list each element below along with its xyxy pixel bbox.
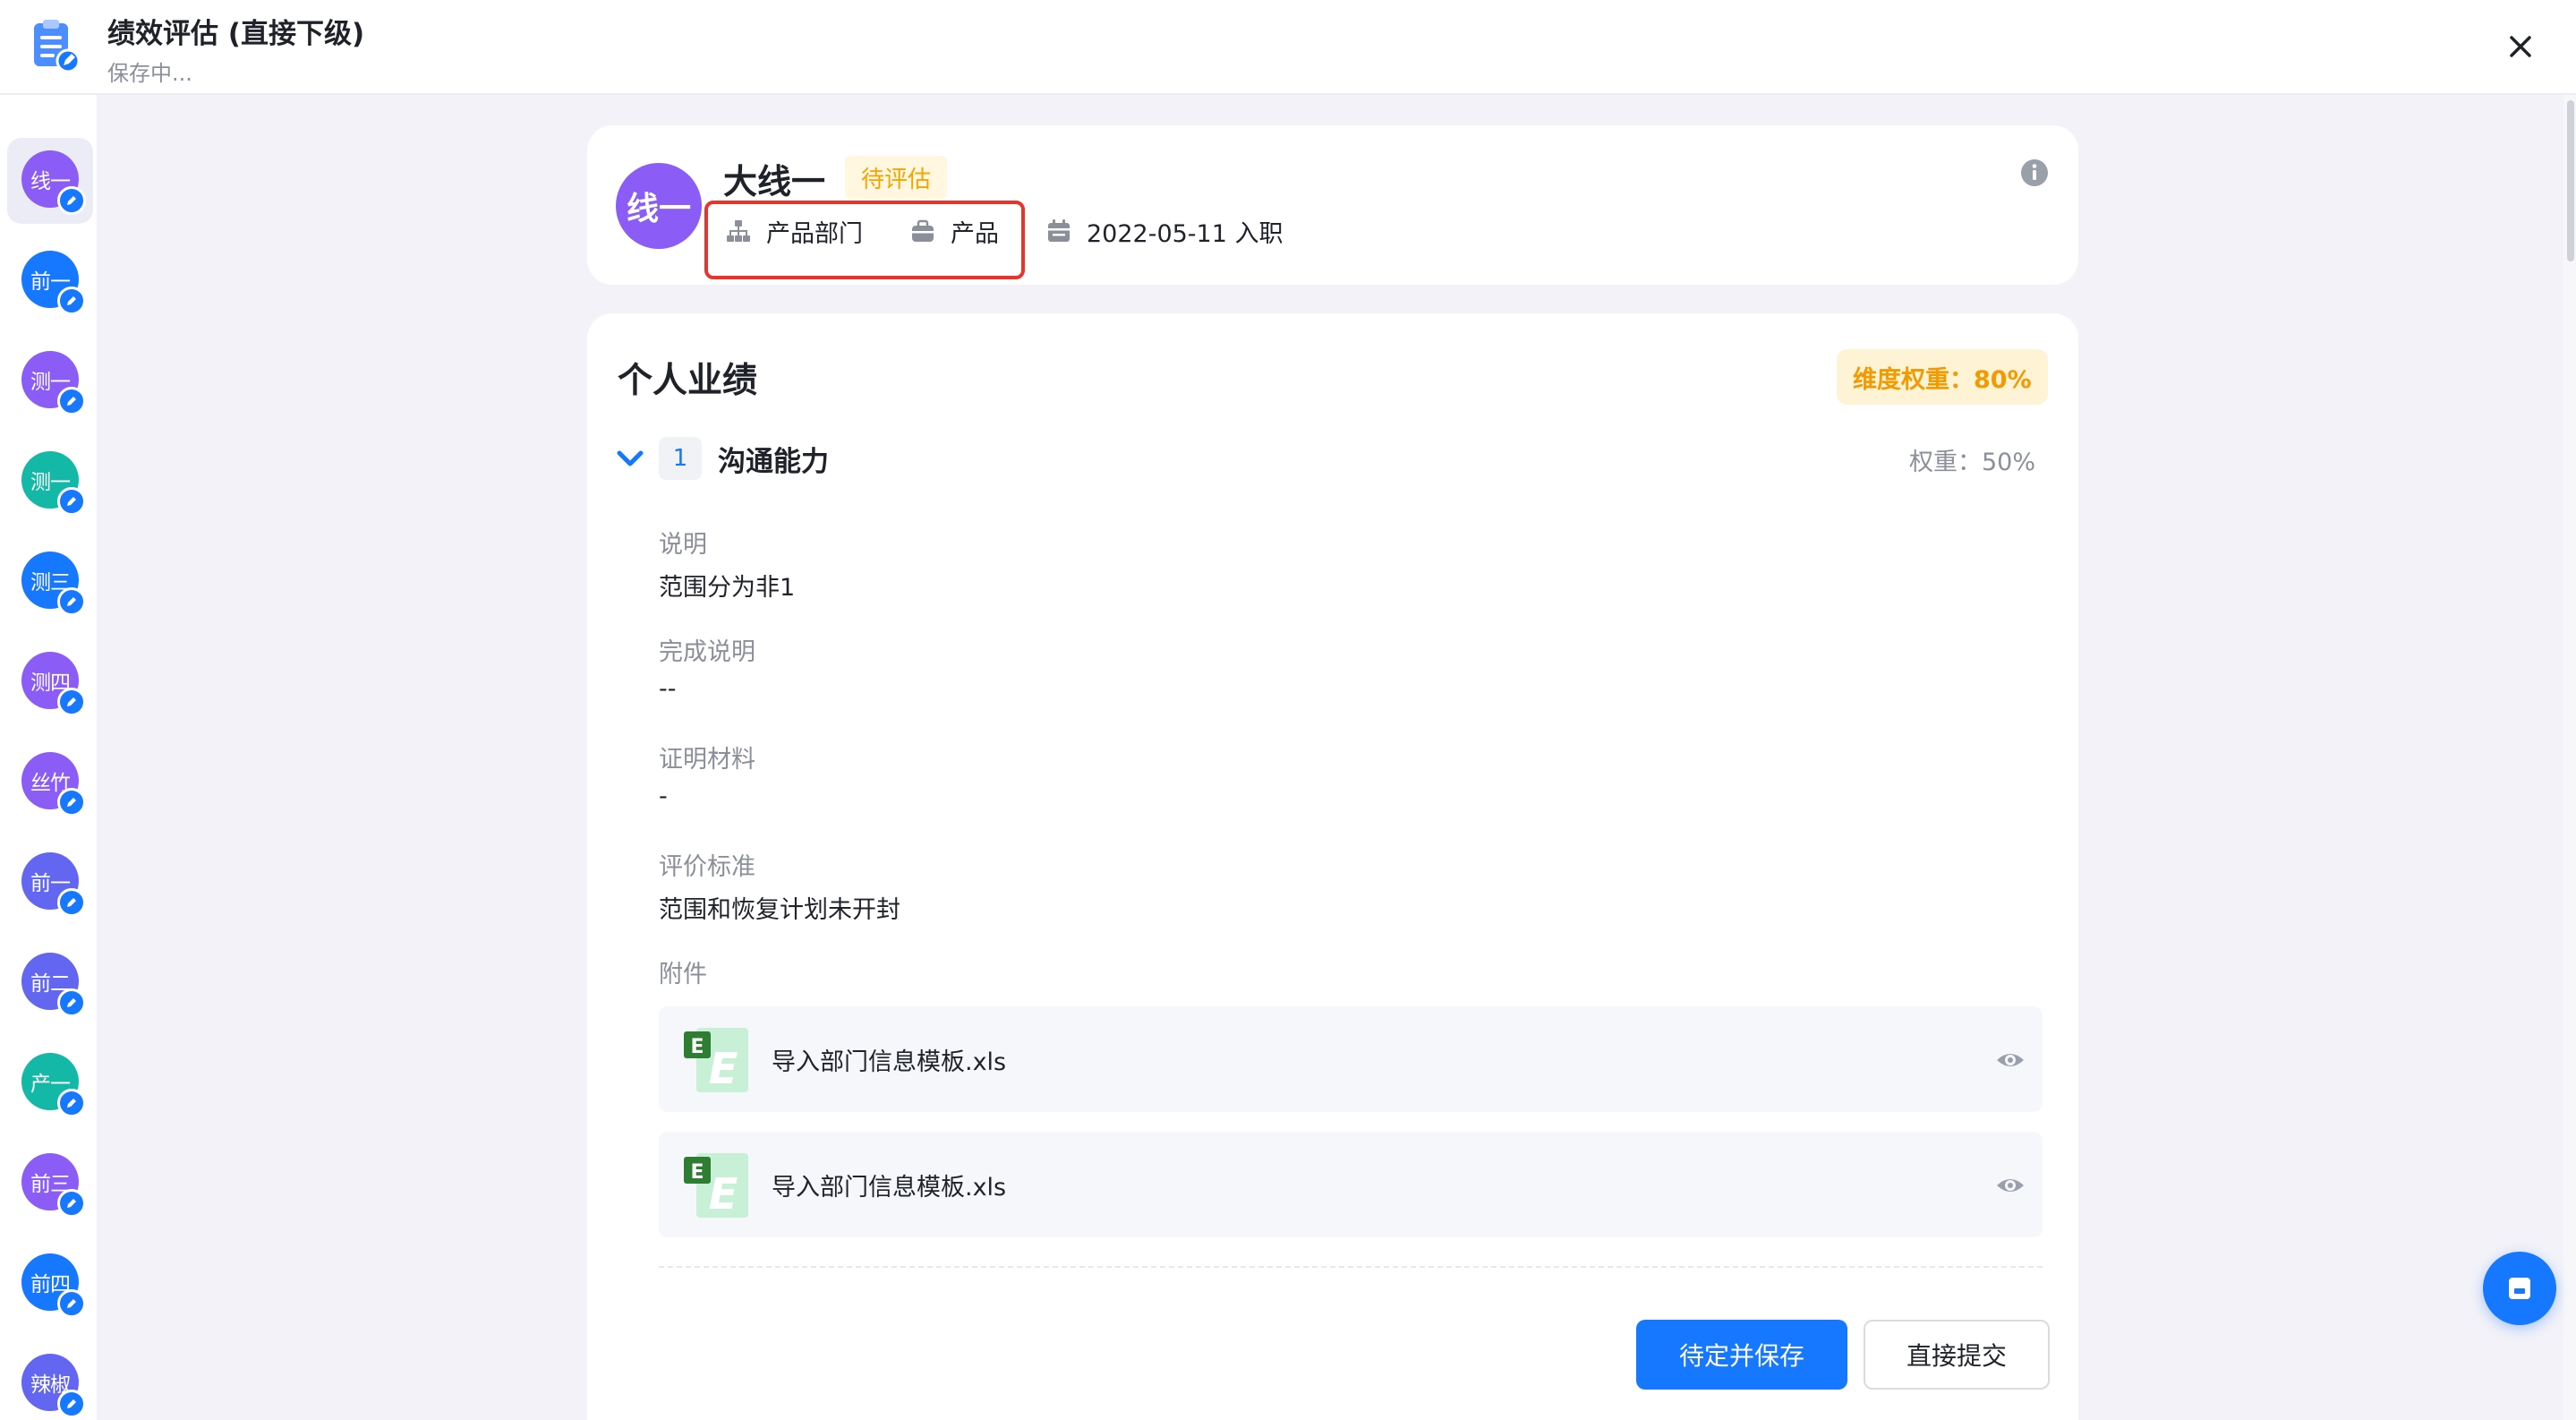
- sidebar-employee-item[interactable]: 测四: [7, 639, 93, 725]
- performance-card: 个人业绩 维度权重：80% 1 沟通能力 权重：50% 说明 范围分为非1 完成…: [587, 313, 2078, 1420]
- sidebar-employee-item[interactable]: 前四: [7, 1241, 93, 1327]
- section-title: 个人业绩: [618, 361, 758, 401]
- position-info: 产品: [909, 213, 999, 249]
- edit-badge-icon: [57, 988, 86, 1017]
- save-icon: [2509, 1278, 2530, 1299]
- attachment-item[interactable]: E E 导入部门信息模板.xls: [659, 1006, 2043, 1112]
- status-badge: 待评估: [845, 156, 948, 199]
- employee-profile-card: 线一 大线一 待评估 产品部门 产品 2022-05-11 入职: [587, 125, 2078, 285]
- edit-badge-icon: [57, 688, 86, 716]
- kpi-weight: 权重：50%: [1908, 449, 2035, 476]
- edit-badge-icon: [57, 1390, 86, 1418]
- sidebar-employee-item[interactable]: 丝竹: [7, 740, 93, 825]
- edit-badge-icon: [57, 487, 86, 516]
- svg-text:E: E: [709, 1169, 738, 1219]
- edit-badge-icon: [57, 186, 86, 215]
- dimension-weight-badge: 维度权重：80%: [1837, 349, 2048, 405]
- field-value-criteria: 范围和恢复计划未开封: [659, 896, 900, 924]
- kpi-item-header[interactable]: 1 沟通能力 权重：50%: [614, 435, 2051, 485]
- scrollbar-thumb[interactable]: [2567, 100, 2574, 261]
- edit-badge-icon: [57, 587, 86, 616]
- excel-file-icon: E E: [684, 1028, 748, 1094]
- kpi-index: 1: [659, 437, 702, 480]
- attachment-filename[interactable]: 导入部门信息模板.xls: [772, 1042, 1006, 1077]
- sidebar-employee-item[interactable]: 测三: [7, 539, 93, 625]
- field-label-attachments: 附件: [659, 961, 707, 988]
- clipboard-edit-icon: [34, 20, 81, 73]
- edit-badge-icon: [57, 1089, 86, 1117]
- field-label-criteria: 评价标准: [659, 853, 755, 881]
- join-date-label: 2022-05-11 入职: [1087, 219, 1284, 248]
- info-icon[interactable]: [2019, 158, 2050, 188]
- employee-sidebar: 线一 前一 测一 测一 测三 测四 丝竹 前一 前二 产一 前三 前四 辣椒: [0, 95, 97, 1420]
- kpi-title: 沟通能力: [718, 446, 829, 478]
- attachment-filename[interactable]: 导入部门信息模板.xls: [772, 1168, 1006, 1202]
- employee-name: 大线一: [723, 162, 826, 201]
- field-label-completion: 完成说明: [659, 638, 755, 666]
- edit-badge-icon: [57, 287, 86, 315]
- field-value-evidence: -: [659, 783, 668, 810]
- sidebar-employee-item[interactable]: 前二: [7, 940, 93, 1026]
- close-icon[interactable]: [2501, 27, 2540, 66]
- sidebar-employee-item[interactable]: 前三: [7, 1141, 93, 1227]
- sidebar-employee-item[interactable]: 辣椒: [7, 1341, 93, 1420]
- field-value-description: 范围分为非1: [659, 574, 796, 602]
- attachment-item[interactable]: E E 导入部门信息模板.xls: [659, 1132, 2043, 1237]
- edit-badge-icon: [57, 1189, 86, 1218]
- page-title: 绩效评估 (直接下级): [107, 18, 365, 50]
- sidebar-employee-item[interactable]: 线一: [7, 138, 93, 224]
- sidebar-employee-item[interactable]: 测一: [7, 439, 93, 525]
- department-label: 产品部门: [766, 219, 863, 248]
- avatar: 线一: [616, 163, 702, 249]
- org-chart-icon: [727, 220, 750, 242]
- save-status: 保存中...: [107, 61, 192, 86]
- eye-icon[interactable]: [1994, 1044, 2026, 1076]
- scrollbar-track[interactable]: [2563, 95, 2576, 1420]
- field-label-evidence: 证明材料: [659, 746, 755, 774]
- sidebar-employee-item[interactable]: 前一: [7, 238, 93, 324]
- svg-text:E: E: [690, 1036, 704, 1058]
- svg-text:E: E: [709, 1044, 738, 1094]
- join-date-info: 2022-05-11 入职: [1045, 213, 1284, 249]
- excel-file-icon: E E: [684, 1153, 748, 1219]
- sidebar-employee-item[interactable]: 前一: [7, 840, 93, 926]
- edit-badge-icon: [57, 788, 86, 817]
- section-divider: [659, 1266, 2043, 1268]
- sidebar-employee-item[interactable]: 产一: [7, 1040, 93, 1126]
- calendar-icon: [1048, 219, 1070, 242]
- submit-button[interactable]: 直接提交: [1864, 1320, 2050, 1390]
- position-label: 产品: [951, 219, 999, 248]
- chevron-down-icon[interactable]: [614, 442, 646, 475]
- edit-badge-icon: [57, 888, 86, 917]
- department-info: 产品部门: [725, 213, 863, 249]
- edit-badge-icon: [57, 387, 86, 415]
- field-value-completion: --: [659, 675, 677, 703]
- field-label-description: 说明: [659, 531, 707, 559]
- briefcase-icon: [912, 219, 934, 242]
- floating-save-button[interactable]: [2483, 1252, 2556, 1325]
- edit-badge-icon: [57, 1289, 86, 1318]
- eye-icon[interactable]: [1994, 1169, 2026, 1202]
- sidebar-employee-item[interactable]: 测一: [7, 338, 93, 424]
- top-bar: 绩效评估 (直接下级) 保存中...: [0, 0, 2576, 95]
- save-draft-button[interactable]: 待定并保存: [1636, 1320, 1847, 1390]
- svg-text:E: E: [690, 1161, 704, 1184]
